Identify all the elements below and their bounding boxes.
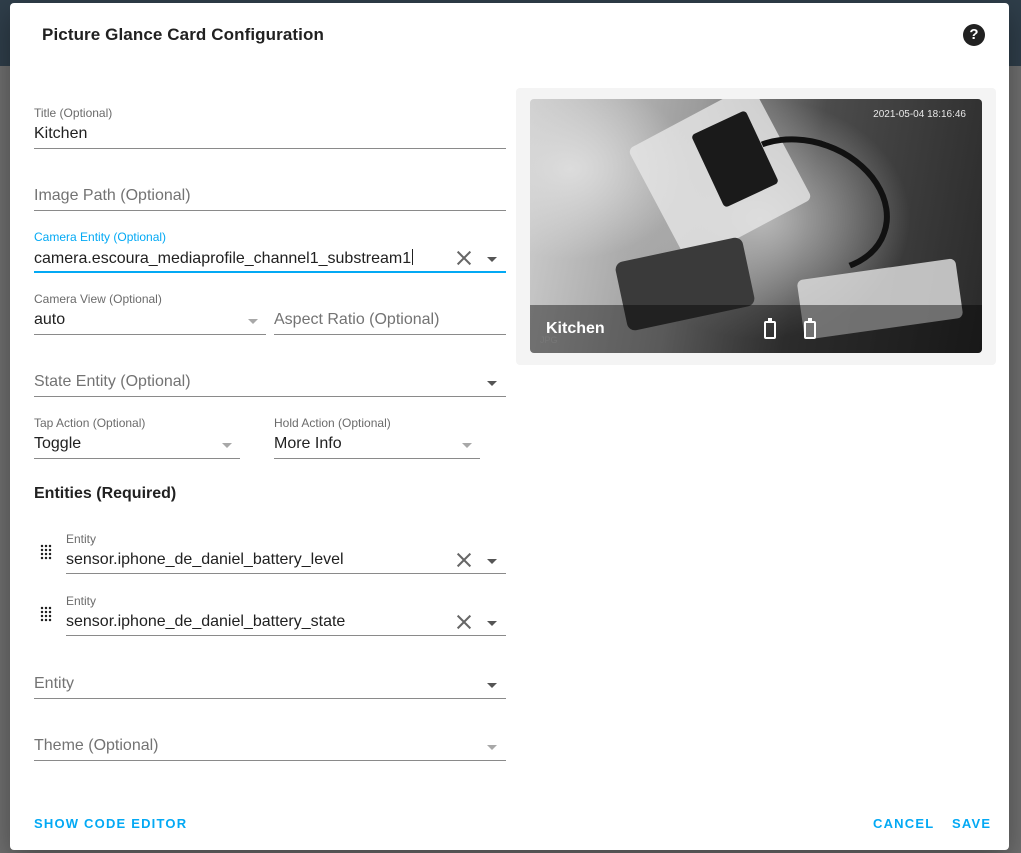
chevron-down-icon[interactable] <box>222 443 232 448</box>
battery-icon[interactable] <box>764 318 776 339</box>
show-code-editor-button[interactable]: SHOW CODE EDITOR <box>34 816 187 831</box>
drag-handle-icon[interactable] <box>40 606 52 622</box>
entity-2-value: sensor.iphone_de_daniel_battery_state <box>66 613 346 630</box>
entity-1-value: sensor.iphone_de_daniel_battery_level <box>66 551 344 568</box>
camera-entity-field[interactable]: Camera Entity (Optional) camera.escoura_… <box>34 227 506 273</box>
entity-row-2[interactable]: Entity sensor.iphone_de_daniel_battery_s… <box>66 591 506 636</box>
camera-entity-text: camera.escoura_mediaprofile_channel1_sub… <box>34 250 412 267</box>
aspect-ratio-field[interactable]: Aspect Ratio (Optional) <box>274 289 506 335</box>
theme-select[interactable]: Theme (Optional) <box>34 715 506 761</box>
battery-icon[interactable] <box>804 318 816 339</box>
picture-glance-card[interactable]: 2021-05-04 18:16:46 Kitchen JPG <box>530 99 982 353</box>
title-field[interactable]: Title (Optional) Kitchen <box>34 103 506 149</box>
clear-icon[interactable] <box>455 249 473 267</box>
image-path-field[interactable]: Image Path (Optional) <box>34 165 506 211</box>
entity-1-label: Entity <box>66 532 97 546</box>
hold-action-value: More Info <box>274 435 342 452</box>
hold-action-select[interactable]: Hold Action (Optional) More Info <box>274 413 480 459</box>
add-entity-field[interactable]: Entity <box>34 653 506 699</box>
chevron-down-icon[interactable] <box>487 381 497 386</box>
camera-entity-label: Camera Entity (Optional) <box>34 230 167 244</box>
card-preview: 2021-05-04 18:16:46 Kitchen JPG <box>516 88 996 365</box>
image-watermark: JPG <box>540 335 558 345</box>
chevron-down-icon[interactable] <box>462 443 472 448</box>
save-button[interactable]: SAVE <box>952 816 991 831</box>
hold-action-label: Hold Action (Optional) <box>274 416 391 430</box>
drag-handle-icon[interactable] <box>40 544 52 560</box>
chevron-down-icon[interactable] <box>248 319 258 324</box>
entity-row-1[interactable]: Entity sensor.iphone_de_daniel_battery_l… <box>66 529 506 574</box>
title-field-value: Kitchen <box>34 125 88 142</box>
chevron-down-icon[interactable] <box>487 683 497 688</box>
tap-action-value: Toggle <box>34 435 82 452</box>
help-icon[interactable]: ? <box>963 24 985 46</box>
state-entity-placeholder: State Entity (Optional) <box>34 373 191 390</box>
tap-action-label: Tap Action (Optional) <box>34 416 146 430</box>
title-field-label: Title (Optional) <box>34 106 113 120</box>
camera-view-value: auto <box>34 311 66 328</box>
image-path-placeholder: Image Path (Optional) <box>34 187 191 204</box>
camera-timestamp: 2021-05-04 18:16:46 <box>873 109 966 120</box>
chevron-down-icon[interactable] <box>487 559 497 564</box>
add-entity-placeholder: Entity <box>34 675 75 692</box>
dialog-title: Picture Glance Card Configuration <box>42 25 324 44</box>
entities-section-title: Entities (Required) <box>34 485 177 502</box>
clear-icon[interactable] <box>455 551 473 569</box>
theme-placeholder: Theme (Optional) <box>34 737 159 754</box>
aspect-ratio-placeholder: Aspect Ratio (Optional) <box>274 311 440 328</box>
chevron-down-icon[interactable] <box>487 257 497 262</box>
camera-view-label: Camera View (Optional) <box>34 292 162 306</box>
chevron-down-icon[interactable] <box>487 621 497 626</box>
clear-icon[interactable] <box>455 613 473 631</box>
text-cursor <box>412 249 414 265</box>
tap-action-select[interactable]: Tap Action (Optional) Toggle <box>34 413 240 459</box>
card-footer-bar: Kitchen JPG <box>530 305 982 353</box>
card-config-dialog: Picture Glance Card Configuration ? Titl… <box>10 3 1009 850</box>
entity-2-label: Entity <box>66 594 97 608</box>
state-entity-field[interactable]: State Entity (Optional) <box>34 351 506 397</box>
chevron-down-icon[interactable] <box>487 745 497 750</box>
camera-entity-value: camera.escoura_mediaprofile_channel1_sub… <box>34 249 414 268</box>
cancel-button[interactable]: CANCEL <box>873 816 934 831</box>
camera-view-select[interactable]: Camera View (Optional) auto <box>34 289 266 335</box>
